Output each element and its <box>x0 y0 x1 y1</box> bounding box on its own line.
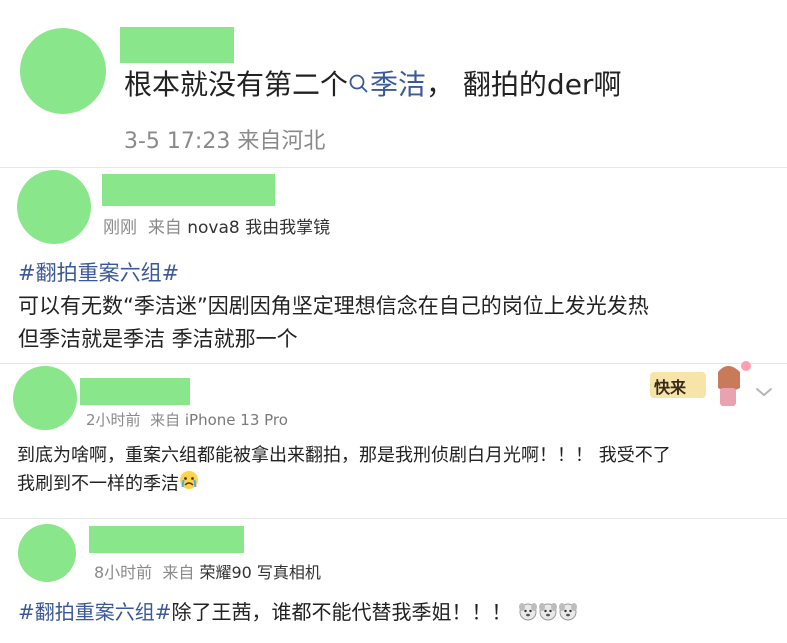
comment-time: 刚刚 <box>103 218 137 238</box>
device-source[interactable]: nova8 我由我掌镜 <box>187 218 330 238</box>
comment-time: 8小时前 <box>94 563 153 582</box>
avatar[interactable] <box>13 366 77 430</box>
comment-text-line: 到底为啥啊，重案六组都能被拿出来翻拍，那是我刑侦剧白月光啊！！！ 我受不了 <box>17 445 671 466</box>
hashtag-link[interactable]: #翻拍重案六组# <box>18 261 179 285</box>
post-text-after: ， 翻拍的der啊 <box>426 68 622 101</box>
username[interactable] <box>89 526 244 553</box>
comment-hashtag: #翻拍重案六组# <box>18 258 179 288</box>
avatar[interactable] <box>17 170 91 244</box>
device-source[interactable]: 荣耀90 写真相机 <box>199 563 320 582</box>
post-content: 根本就没有第二个 季洁， 翻拍的der啊 <box>124 66 621 105</box>
search-icon <box>348 67 370 105</box>
source-prefix: 来自 <box>147 218 182 238</box>
comment-text-line: 我刷到不一样的季洁 <box>17 470 199 499</box>
comment-time: 2小时前 <box>86 411 141 429</box>
sad-dog-icon <box>538 599 558 629</box>
comment-meta: 2小时前 来自 iPhone 13 Pro <box>86 409 288 431</box>
avatar[interactable] <box>20 28 106 114</box>
post-meta: 3-5 17:23 来自河北 <box>124 129 326 154</box>
comment-text: 除了王茜，谁都不能代替我季姐！！！ <box>171 600 512 624</box>
source-prefix: 来自 <box>162 563 195 582</box>
avatar[interactable] <box>18 524 76 582</box>
device-source[interactable]: iPhone 13 Pro <box>185 411 288 429</box>
username[interactable] <box>120 27 234 63</box>
sad-dog-icon <box>558 599 578 629</box>
comment-meta: 刚刚 来自 nova8 我由我掌镜 <box>103 216 330 240</box>
username[interactable] <box>80 378 190 405</box>
username[interactable] <box>102 174 275 206</box>
chevron-down-icon[interactable] <box>755 383 773 397</box>
mention-link[interactable]: 季洁 <box>348 68 426 101</box>
sticker-label: 快来 <box>654 378 687 397</box>
comment-text-line: #翻拍重案六组#除了王茜，谁都不能代替我季姐！！！ <box>18 597 578 629</box>
hashtag-link[interactable]: #翻拍重案六组# <box>18 600 172 624</box>
sad-dog-icon <box>518 599 538 629</box>
divider <box>0 167 787 168</box>
crying-face-icon <box>179 470 199 499</box>
post-text-before: 根本就没有第二个 <box>124 68 349 101</box>
divider <box>0 518 787 519</box>
comment-text-line: 但季洁就是季洁 季洁就那一个 <box>18 327 298 351</box>
sticker-thumbnail[interactable]: 快来 <box>648 358 754 410</box>
source-prefix: 来自 <box>150 411 181 429</box>
comment-meta: 8小时前 来自 荣耀90 写真相机 <box>94 562 321 584</box>
comment-text-line: 可以有无数“季洁迷”因剧因角坚定理想信念在自己的岗位上发光发热 <box>18 294 649 318</box>
